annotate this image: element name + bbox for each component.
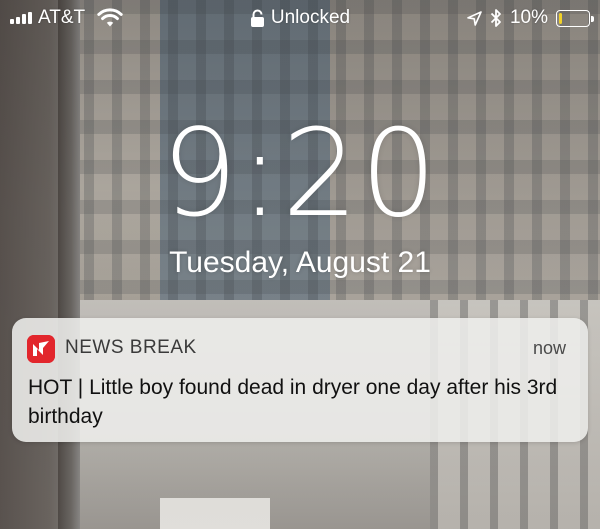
news-break-icon — [27, 335, 55, 363]
notification-card[interactable]: NEWS BREAK now HOT | Little boy found de… — [12, 318, 588, 442]
notification-app-name: NEWS BREAK — [65, 337, 197, 358]
location-icon — [467, 10, 482, 26]
status-bar-right: 10% — [467, 7, 594, 29]
battery-percent: 10% — [509, 7, 548, 28]
battery-level — [559, 12, 562, 24]
lock-screen-date: Tuesday, August 21 — [169, 246, 431, 279]
notification-message: HOT | Little boy found dead in dryer one… — [28, 376, 558, 428]
status-bar: AT&T Unlocked 10% — [0, 0, 600, 36]
battery-icon — [556, 9, 594, 27]
lock-screen-time: 9:20 — [161, 105, 439, 244]
bluetooth-icon — [490, 9, 501, 27]
lock-status-label: Unlocked — [270, 7, 351, 28]
lock-icon — [250, 9, 264, 27]
notification-time: now — [532, 338, 566, 358]
